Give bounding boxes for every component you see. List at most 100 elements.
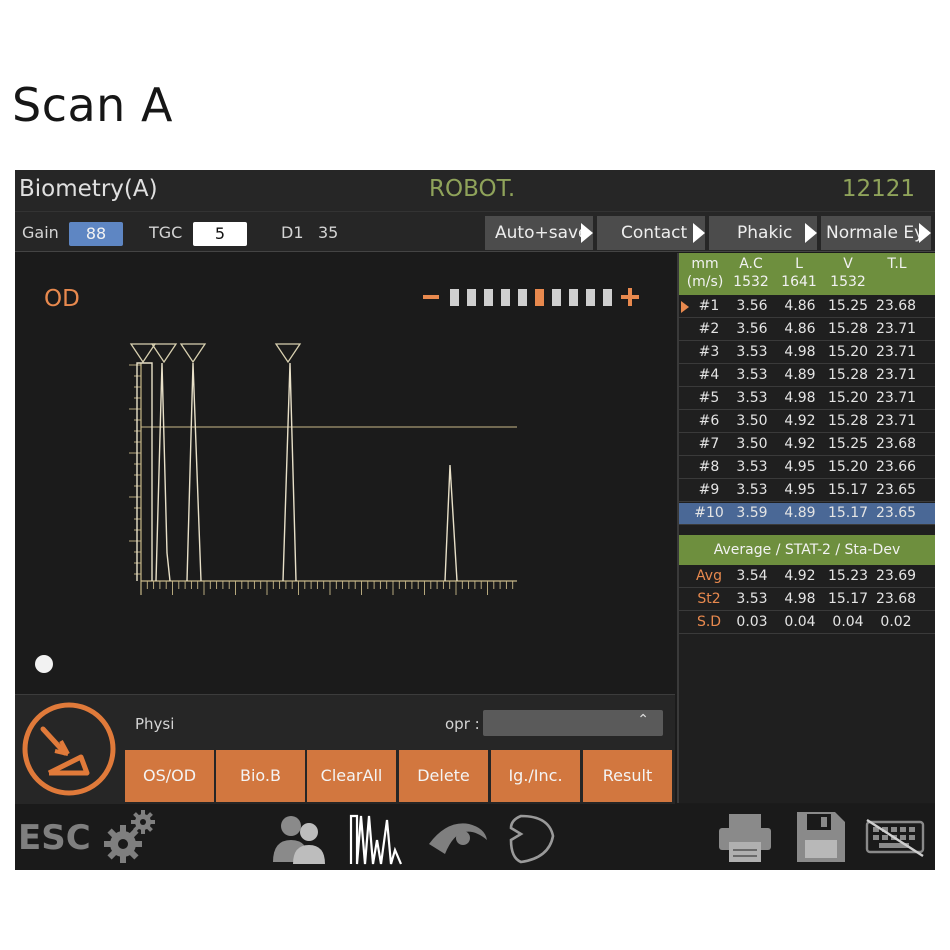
stat-value: 4.98	[784, 591, 816, 607]
stat-value: 3.53	[736, 591, 768, 607]
clear-all-button[interactable]: ClearAll	[307, 750, 396, 802]
phakic-label: Phakic	[737, 223, 793, 243]
minus-icon[interactable]	[423, 295, 439, 299]
plus-icon[interactable]	[621, 288, 639, 306]
a-scan-display[interactable]: OD	[15, 253, 675, 693]
gain-label: Gain	[22, 223, 59, 242]
d1-value: 35	[318, 223, 339, 242]
slider-step	[518, 289, 527, 306]
depth-ticks	[140, 581, 514, 595]
delete-button[interactable]: Delete	[399, 750, 488, 802]
cell-value: 23.65	[875, 482, 917, 498]
os-od-button[interactable]: OS/OD	[125, 750, 214, 802]
gate-marker-lens-front[interactable]	[150, 343, 178, 364]
cell-value: 4.89	[784, 367, 816, 383]
cell-value: 4.92	[784, 413, 816, 429]
probe-logo-icon[interactable]	[21, 701, 117, 797]
eye-scan-icon[interactable]	[425, 814, 491, 860]
cell-value: 15.28	[827, 413, 869, 429]
stat-value: 0.03	[736, 614, 768, 630]
slider-step	[450, 289, 459, 306]
footer-bar: ESC	[15, 804, 935, 870]
cell-value: 3.59	[736, 505, 768, 521]
print-icon[interactable]	[715, 810, 775, 866]
col-header-l: L	[795, 256, 803, 272]
cell-value: 3.50	[736, 413, 768, 429]
stat-header: Average / STAT-2 / Sta-Dev	[679, 535, 935, 565]
cell-value: 23.71	[875, 413, 917, 429]
phakic-button[interactable]: Phakic	[709, 216, 817, 250]
gate-marker-lens-back[interactable]	[179, 343, 207, 364]
stat-value: 3.54	[736, 568, 768, 584]
result-button[interactable]: Result	[583, 750, 672, 802]
slider-handle[interactable]	[535, 289, 544, 306]
cell-value: 4.89	[784, 505, 816, 521]
cell-value: 3.50	[736, 436, 768, 452]
gate-marker-cornea[interactable]	[129, 343, 157, 364]
slider-step	[484, 289, 493, 306]
esc-button[interactable]: ESC	[18, 818, 91, 858]
operator-select[interactable]: ⌃	[483, 710, 663, 736]
control-panel: Physi opr : ⌃ OS/OD Bio.B ClearAll Delet…	[15, 694, 675, 804]
cell-value: 3.53	[736, 344, 768, 360]
table-header: mm A.C L V T.L (m/s) 1532 1641 1532	[679, 253, 935, 295]
table-row[interactable]: #10 3.59 4.89 15.17 23.65	[679, 503, 935, 525]
table-row[interactable]: #5 3.53 4.98 15.20 23.71	[679, 388, 935, 410]
table-row[interactable]: #7 3.50 4.92 15.25 23.68	[679, 434, 935, 456]
cell-value: 23.71	[875, 321, 917, 337]
eye-type-button[interactable]: Normale Ey	[821, 216, 931, 250]
cell-value: 15.25	[827, 436, 869, 452]
gate-marker-retina[interactable]	[274, 343, 302, 364]
keyboard-icon[interactable]	[863, 816, 927, 858]
cell-value: 15.20	[827, 390, 869, 406]
a-scan-waveform	[129, 343, 517, 595]
save-icon[interactable]	[793, 808, 849, 866]
stat-value: 23.69	[875, 568, 917, 584]
stat-value: 23.68	[875, 591, 917, 607]
gain-value-field[interactable]: 88	[69, 222, 123, 246]
stat-value: 4.92	[784, 568, 816, 584]
eye-type-label: Normale Ey	[826, 223, 925, 243]
table-row[interactable]: #8 3.53 4.95 15.20 23.66	[679, 457, 935, 479]
tgc-value-field[interactable]: 5	[193, 222, 247, 246]
cell-value: 3.56	[736, 321, 768, 337]
probe-view-icon[interactable]	[505, 810, 561, 866]
cell-value: 4.95	[784, 459, 816, 475]
table-row[interactable]: #2 3.56 4.86 15.28 23.71	[679, 319, 935, 341]
echo-cornea	[136, 362, 153, 581]
operator-label: opr :	[445, 715, 480, 733]
gain-slider[interactable]	[420, 287, 646, 309]
auto-save-button[interactable]: Auto+save	[485, 216, 593, 250]
settings-gear-icon[interactable]	[101, 808, 159, 866]
col-header-tl: T.L	[887, 256, 907, 272]
app-title: Biometry(A)	[19, 176, 158, 202]
table-row[interactable]: #4 3.53 4.89 15.28 23.71	[679, 365, 935, 387]
status-indicator-dot	[35, 655, 53, 673]
device-screen: Biometry(A) ROBOT. 12121 Gain 88 TGC 5 D…	[15, 170, 935, 870]
cell-value: 23.68	[875, 436, 917, 452]
cell-value: 23.71	[875, 344, 917, 360]
echo-spikes	[136, 362, 458, 582]
arrow-right-icon	[805, 223, 817, 243]
amplitude-ticks	[129, 364, 141, 575]
select-chevron-icon: ⌃	[637, 712, 649, 728]
cell-value: 3.56	[736, 298, 768, 314]
patients-icon[interactable]	[271, 810, 329, 866]
slider-step	[501, 289, 510, 306]
cell-value: 15.20	[827, 459, 869, 475]
table-row[interactable]: #6 3.50 4.92 15.28 23.71	[679, 411, 935, 433]
bio-b-button[interactable]: Bio.B	[216, 750, 305, 802]
stat-value: 0.04	[784, 614, 816, 630]
contact-button[interactable]: Contact	[597, 216, 705, 250]
settings-toolbar: Gain 88 TGC 5 D1 35 Auto+save Contact Ph…	[15, 212, 935, 252]
table-row[interactable]: #9 3.53 4.95 15.17 23.65	[679, 480, 935, 502]
table-row[interactable]: #3 3.53 4.98 15.20 23.71	[679, 342, 935, 364]
table-row[interactable]: #1 3.56 4.86 15.25 23.68	[679, 296, 935, 318]
contact-label: Contact	[621, 223, 688, 243]
stat-row: Avg 3.54 4.92 15.23 23.69	[679, 566, 935, 588]
ignore-include-button[interactable]: Ig./Inc.	[491, 750, 580, 802]
a-scan-mode-icon[interactable]	[347, 810, 405, 866]
cell-value: 3.53	[736, 367, 768, 383]
cell-value: 3.53	[736, 390, 768, 406]
col-header-v: V	[843, 256, 853, 272]
